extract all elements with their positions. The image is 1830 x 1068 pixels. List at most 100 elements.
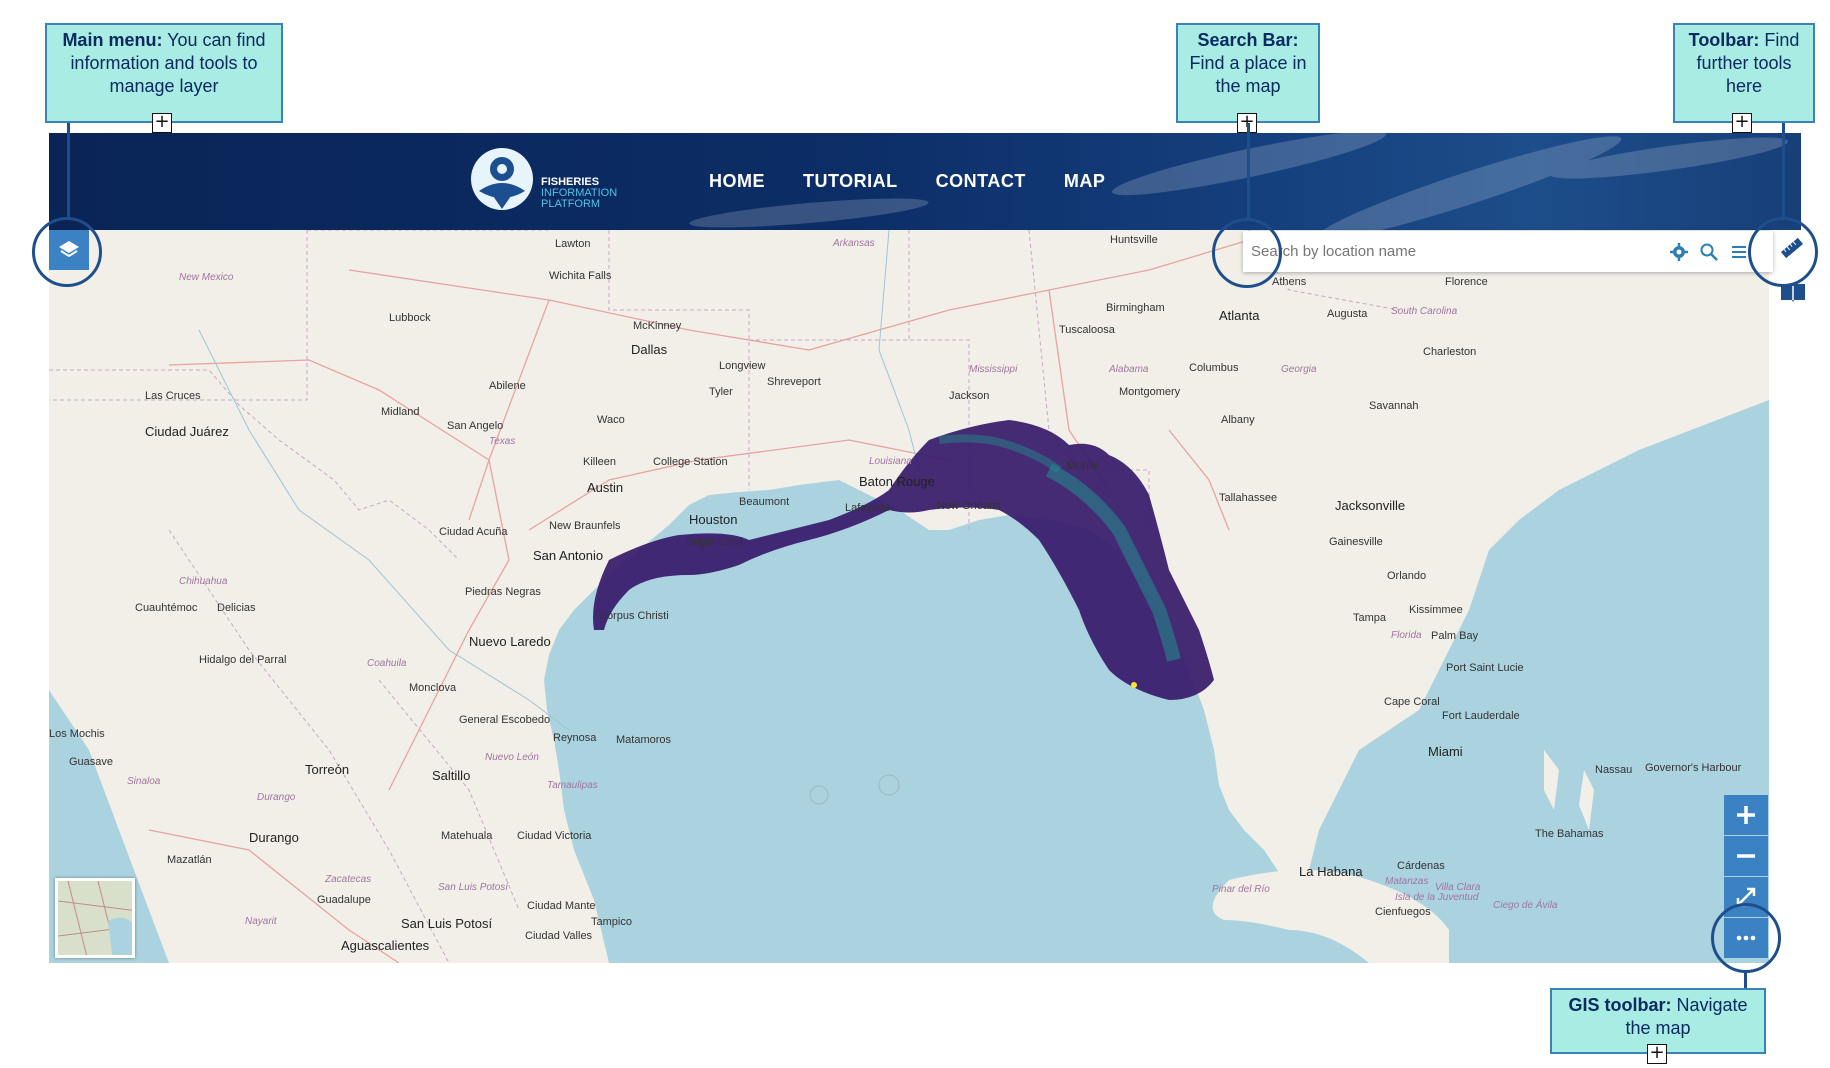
- highlight-toolbar: [1748, 217, 1818, 287]
- zoom-in-button[interactable]: [1724, 795, 1768, 835]
- search-input[interactable]: [1243, 231, 1663, 272]
- map-place-label: General Escobedo: [459, 714, 551, 726]
- map-place-label: Mazatlán: [167, 854, 212, 866]
- map-canvas[interactable]: Lawton Arkansas Huntsville New Mexico Wichit…: [49, 230, 1769, 963]
- callout-search-bar: Search Bar: Find a place in the map: [1176, 23, 1320, 123]
- map-place-label: Montgomery: [1119, 386, 1181, 398]
- map-place-label: Hidalgo del Parral: [199, 654, 287, 666]
- map-place-label: Tampico: [591, 916, 632, 928]
- expand-marker-icon[interactable]: +: [1647, 1044, 1667, 1064]
- map-place-label: Savannah: [1369, 400, 1419, 412]
- map-place-label: Ciudad Acuña: [439, 526, 508, 538]
- map-place-label: Sugar Land: [686, 536, 743, 548]
- nav-contact[interactable]: CONTACT: [936, 171, 1026, 192]
- map-place-label: Jackson: [949, 390, 990, 402]
- minimap-thumbnail: [58, 881, 132, 955]
- map-place-label: Mississippi: [969, 364, 1018, 375]
- map-place-label: Reynosa: [553, 732, 597, 744]
- map-place-label: Jacksonville: [1335, 498, 1406, 513]
- callout-search-bar-title: Search Bar:: [1197, 30, 1299, 50]
- map-place-label: Governor's Harbour: [1645, 762, 1742, 774]
- map-place-label: Las Cruces: [145, 390, 201, 402]
- expand-marker-icon[interactable]: +: [1732, 113, 1752, 133]
- map-place-label: Saltillo: [432, 768, 471, 783]
- overview-minimap[interactable]: [55, 878, 135, 958]
- map-place-label: Palm Bay: [1431, 630, 1479, 642]
- nav-tutorial[interactable]: TUTORIAL: [803, 171, 898, 192]
- callout-gis-toolbar-title: GIS toolbar:: [1568, 995, 1672, 1015]
- map-place-label: Tuscaloosa: [1059, 324, 1115, 336]
- minus-icon: [1737, 854, 1755, 858]
- map-place-label: Ciego de Ávila: [1493, 900, 1558, 911]
- expand-marker-icon[interactable]: +: [152, 113, 172, 133]
- map-place-label: McKinney: [633, 320, 682, 332]
- map-place-label: Ciudad Mante: [527, 900, 596, 912]
- map-place-label: Birmingham: [1106, 302, 1165, 314]
- map-place-label: Houston: [689, 512, 738, 527]
- map-place-label: Orlando: [1387, 570, 1427, 582]
- map-place-label: Columbus: [1189, 362, 1239, 374]
- map-place-label: Dallas: [631, 342, 668, 357]
- map-place-label: Florence: [1445, 276, 1488, 288]
- main-nav: HOME TUTORIAL CONTACT MAP: [709, 171, 1105, 192]
- map-place-label: Cárdenas: [1397, 860, 1445, 872]
- map-place-label: The Bahamas: [1535, 828, 1604, 840]
- map-place-label: San Antonio: [533, 548, 604, 563]
- land-north-america: [49, 230, 1769, 963]
- map-place-label: Nuevo León: [485, 752, 539, 763]
- map-place-label: Alabama: [1109, 364, 1149, 375]
- map-place-label: Guasave: [69, 756, 114, 768]
- map-place-label: Shreveport: [767, 376, 821, 388]
- gear-icon[interactable]: [1669, 242, 1689, 262]
- map-place-label: Cuauhtémoc: [135, 602, 198, 614]
- app-header: FISHERIES INFORMATION PLATFORM HOME TUTO…: [49, 133, 1801, 230]
- map-place-label: Nassau: [1595, 764, 1633, 776]
- map-place-label: Chihuahua: [179, 576, 228, 587]
- map-place-label: Zacatecas: [325, 874, 372, 885]
- map-place-label: Gainesville: [1329, 536, 1383, 548]
- connector-main-menu: [67, 123, 70, 217]
- map-place-label: Baton Rouge: [859, 474, 935, 489]
- search-bar: [1243, 231, 1773, 272]
- map-place-label: Cape Coral: [1384, 696, 1440, 708]
- map-place-label: Huntsville: [1110, 234, 1158, 246]
- map-place-label: Killeen: [583, 456, 617, 468]
- callout-main-menu-title: Main menu:: [62, 30, 163, 50]
- basemap: [49, 230, 1769, 963]
- map-place-label: Piedras Negras: [465, 586, 541, 598]
- map-place-label: San Luis Potosí: [438, 882, 509, 893]
- nav-map[interactable]: MAP: [1064, 171, 1106, 192]
- map-place-label: Mobile: [1067, 460, 1100, 472]
- map-place-label: Monclova: [409, 682, 457, 694]
- map-place-label: Louisiana: [869, 456, 912, 467]
- map-place-label: Athens: [1272, 276, 1307, 288]
- zoom-out-button[interactable]: [1724, 836, 1768, 876]
- map-place-label: Ciudad Victoria: [517, 830, 592, 842]
- list-icon[interactable]: [1729, 242, 1749, 262]
- fisheries-platform-logo[interactable]: FISHERIES INFORMATION PLATFORM: [469, 147, 649, 217]
- highlight-main-menu: [32, 217, 102, 287]
- map-place-label: Durango: [257, 792, 296, 803]
- map-place-label: Waco: [597, 414, 625, 426]
- map-place-label: Cienfuegos: [1375, 906, 1431, 918]
- map-place-label: Wichita Falls: [549, 270, 612, 282]
- callout-toolbar: Toolbar: Find further tools here: [1673, 23, 1815, 123]
- map-place-label: Miami: [1428, 744, 1463, 759]
- map-place-label: Fort Lauderdale: [1442, 710, 1520, 722]
- map-place-label: Nuevo Laredo: [469, 634, 551, 649]
- map-place-label: Delicias: [217, 602, 256, 614]
- map-place-label: San Luis Potosí: [401, 916, 493, 931]
- map-place-label: Nayarit: [245, 916, 277, 927]
- map-place-label: Guadalupe: [317, 894, 371, 906]
- nav-home[interactable]: HOME: [709, 171, 765, 192]
- map-place-label: Tampa: [1353, 612, 1387, 624]
- map-place-label: Lubbock: [389, 312, 431, 324]
- screenshot: FISHERIES INFORMATION PLATFORM HOME TUTO…: [0, 0, 1830, 1068]
- map-place-label: Sinaloa: [127, 776, 161, 787]
- map-place-label: Ciudad Valles: [525, 930, 593, 942]
- map-place-label: Austin: [587, 480, 624, 495]
- search-icon[interactable]: [1699, 242, 1719, 262]
- map-place-label: Albany: [1221, 414, 1255, 426]
- highlight-gis-toolbar: [1711, 903, 1781, 973]
- map-place-label: Matehuala: [441, 830, 493, 842]
